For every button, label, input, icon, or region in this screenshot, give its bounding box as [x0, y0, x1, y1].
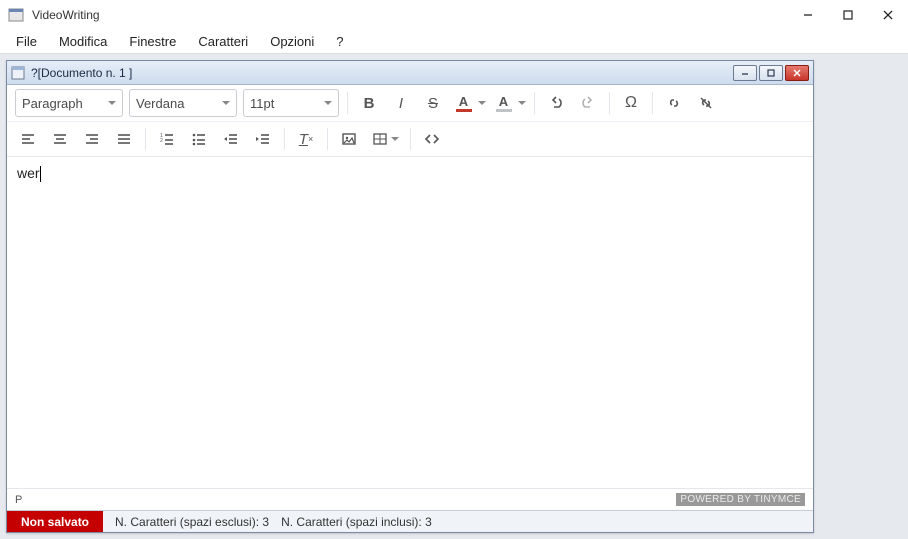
separator	[534, 92, 535, 114]
undo-button[interactable]	[543, 90, 569, 116]
menu-file[interactable]: File	[6, 32, 47, 51]
align-left-button[interactable]	[15, 126, 41, 152]
image-button[interactable]	[336, 126, 362, 152]
char-count-incl: N. Caratteri (spazi inclusi): 3	[281, 515, 432, 529]
text-cursor	[40, 166, 41, 182]
text-color-button[interactable]: A	[452, 90, 486, 116]
separator	[410, 128, 411, 150]
menu-finestre[interactable]: Finestre	[119, 32, 186, 51]
bold-button[interactable]: B	[356, 90, 382, 116]
font-size-label: 11pt	[250, 96, 274, 111]
app-icon	[8, 7, 24, 23]
svg-text:2: 2	[160, 138, 163, 144]
document-icon	[11, 66, 25, 80]
separator	[609, 92, 610, 114]
menu-modifica[interactable]: Modifica	[49, 32, 117, 51]
special-char-button[interactable]: Ω	[618, 90, 644, 116]
window-minimize-button[interactable]	[788, 2, 828, 28]
menu-caratteri[interactable]: Caratteri	[188, 32, 258, 51]
separator	[145, 128, 146, 150]
strikethrough-button[interactable]: S	[420, 90, 446, 116]
editor-area[interactable]: wer	[7, 157, 813, 488]
menubar: File Modifica Finestre Caratteri Opzioni…	[0, 30, 908, 54]
ordered-list-button[interactable]: 12	[154, 126, 180, 152]
link-button[interactable]	[661, 90, 687, 116]
mdi-maximize-button[interactable]	[759, 65, 783, 81]
align-justify-button[interactable]	[111, 126, 137, 152]
align-right-button[interactable]	[79, 126, 105, 152]
document-window: ?[Documento n. 1 ] Paragraph Verdana 11p…	[6, 60, 814, 533]
redo-button[interactable]	[575, 90, 601, 116]
separator	[347, 92, 348, 114]
powered-by-label: POWERED BY TINYMCE	[676, 493, 805, 506]
unordered-list-button[interactable]	[186, 126, 212, 152]
mdi-minimize-button[interactable]	[733, 65, 757, 81]
mdi-close-button[interactable]	[785, 65, 809, 81]
char-count-excl: N. Caratteri (spazi esclusi): 3	[115, 515, 269, 529]
font-size-select[interactable]: 11pt	[243, 89, 339, 117]
block-format-select[interactable]: Paragraph	[15, 89, 123, 117]
bg-color-swatch	[496, 109, 512, 112]
chevron-down-icon	[324, 101, 332, 105]
window-close-button[interactable]	[868, 2, 908, 28]
block-format-label: Paragraph	[22, 96, 83, 111]
bg-color-button[interactable]: A	[492, 90, 526, 116]
table-button[interactable]	[368, 126, 402, 152]
chevron-down-icon	[478, 101, 486, 105]
chevron-down-icon	[518, 101, 526, 105]
font-family-select[interactable]: Verdana	[129, 89, 237, 117]
chevron-down-icon	[391, 137, 399, 141]
app-title: VideoWriting	[32, 8, 100, 22]
separator	[327, 128, 328, 150]
outdent-button[interactable]	[218, 126, 244, 152]
text-color-swatch	[456, 109, 472, 112]
editor-content: wer	[17, 165, 40, 181]
unlink-button[interactable]	[693, 90, 719, 116]
source-code-button[interactable]	[419, 126, 445, 152]
font-family-label: Verdana	[136, 96, 184, 111]
chevron-down-icon	[222, 101, 230, 105]
separator	[284, 128, 285, 150]
window-maximize-button[interactable]	[828, 2, 868, 28]
align-center-button[interactable]	[47, 126, 73, 152]
chevron-down-icon	[108, 101, 116, 105]
menu-help[interactable]: ?	[326, 32, 353, 51]
indent-button[interactable]	[250, 126, 276, 152]
italic-button[interactable]: I	[388, 90, 414, 116]
clear-format-button[interactable]: T×	[293, 126, 319, 152]
element-path[interactable]: P	[15, 494, 22, 506]
document-title: ?[Documento n. 1 ]	[31, 66, 731, 80]
menu-opzioni[interactable]: Opzioni	[260, 32, 324, 51]
save-state-badge: Non salvato	[7, 511, 103, 532]
separator	[652, 92, 653, 114]
